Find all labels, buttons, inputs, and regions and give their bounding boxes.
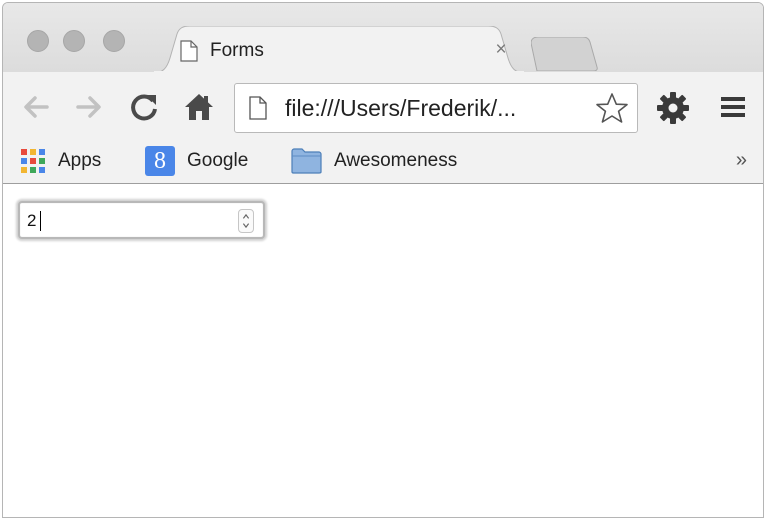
number-input-value: 2 [27,211,37,230]
bookmark-apps[interactable]: Apps [20,145,101,177]
home-icon [185,94,213,120]
reload-button[interactable] [129,92,159,122]
window-zoom-button[interactable] [103,30,125,52]
home-button[interactable] [184,92,214,122]
tab-title: Forms [210,40,264,61]
reload-icon [131,94,157,121]
bookmark-label: Awesomeness [334,150,458,171]
forward-button[interactable] [74,92,104,122]
bookmark-google[interactable]: 8 Google [145,145,248,177]
bookmark-label: Google [187,150,249,171]
tab-strip: Forms × [3,3,763,73]
address-bar[interactable]: file:///Users/Frederik/... [234,83,638,133]
page-icon [249,96,267,120]
back-button[interactable] [21,92,51,122]
text-caret [40,211,41,231]
tab-close-icon[interactable]: × [491,39,511,61]
number-input[interactable]: 2 [18,201,265,239]
apps-grid-icon [20,148,46,174]
menu-hamburger-icon[interactable] [720,95,746,119]
tab-forms[interactable]: Forms × [153,26,525,73]
arrow-right-icon [76,96,101,118]
google-icon: 8 [145,146,175,176]
address-bar-url: file:///Users/Frederik/... [285,95,517,121]
bookmark-folder-awesomeness[interactable]: Awesomeness [291,145,457,177]
new-tab-button[interactable] [531,37,599,71]
arrow-left-icon [24,96,49,118]
window-minimize-button[interactable] [63,30,85,52]
browser-toolbar: file:///Users/Frederik/... [3,72,763,143]
page-content: 2 [3,184,763,517]
browser-window: Forms × file:///Users/Frederik/... Apps … [2,2,764,518]
bookmarks-overflow-chevron-icon[interactable]: » [736,149,747,172]
bookmark-label: Apps [58,150,102,171]
window-close-button[interactable] [27,30,49,52]
extension-gear-icon[interactable] [656,91,690,125]
folder-icon [291,148,322,174]
page-icon [180,40,198,62]
bookmark-star-icon[interactable] [595,92,629,125]
number-spinner-icon[interactable] [238,209,254,233]
bookmarks-bar: Apps 8 Google Awesomeness » [3,143,763,184]
